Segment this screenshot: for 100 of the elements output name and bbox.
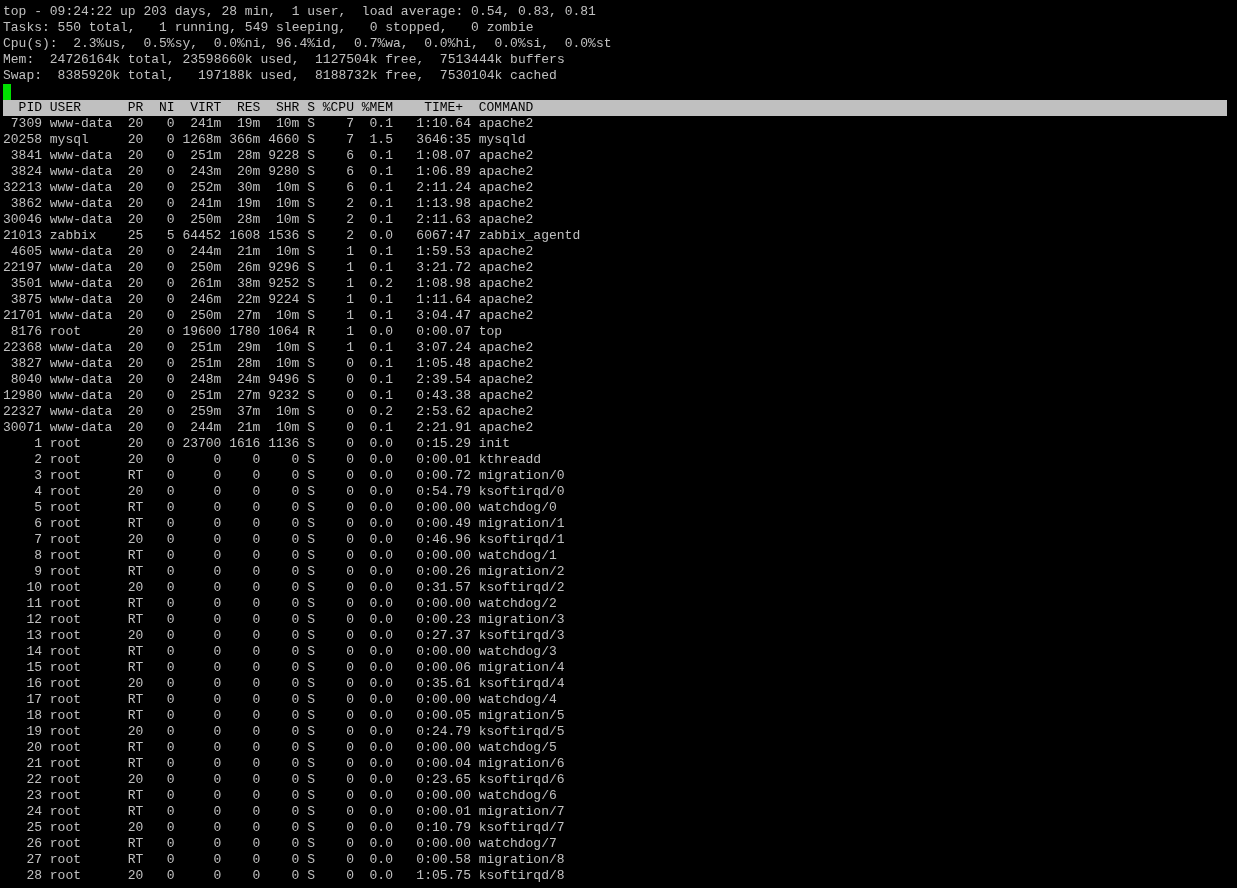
table-cell-text: 20 bbox=[126, 212, 144, 228]
table-cell-text: 0 bbox=[165, 324, 175, 340]
table-cell-text: 0.0 bbox=[368, 516, 393, 532]
table-cell: S bbox=[307, 564, 315, 580]
table-cell-text: 0 bbox=[345, 644, 354, 660]
table-cell: S bbox=[307, 868, 315, 884]
table-cell: migration/1 bbox=[478, 516, 565, 532]
table-cell-text: 0 bbox=[165, 388, 175, 404]
table-cell-text: 0:54.79 bbox=[415, 484, 471, 500]
table-cell-text: 0:00.04 bbox=[415, 756, 471, 772]
table-cell-text: 2:11.63 bbox=[415, 212, 471, 228]
table-cell-text: 0.0 bbox=[368, 436, 393, 452]
table-cell-text: 6 bbox=[345, 180, 354, 196]
table-cell-text: 0 bbox=[165, 196, 175, 212]
table-cell: watchdog/5 bbox=[478, 740, 557, 756]
table-cell: S bbox=[307, 180, 315, 196]
table-cell-text: 0 bbox=[345, 548, 354, 564]
table-cell-text: 2 bbox=[345, 212, 354, 228]
table-cell-text: 0 bbox=[212, 484, 222, 500]
table-cell: watchdog/2 bbox=[478, 596, 557, 612]
table-cell-text: 0 bbox=[345, 772, 354, 788]
table-cell-text: 27m bbox=[235, 308, 261, 324]
table-cell-text: 0 bbox=[165, 836, 175, 852]
table-cell-text: 259m bbox=[189, 404, 222, 420]
table-cell: S bbox=[307, 244, 315, 260]
table-cell-text: root bbox=[49, 468, 82, 484]
table-cell-text: 3646:35 bbox=[415, 132, 471, 148]
table-cell-text: 10m bbox=[274, 116, 300, 132]
table-cell-text: 6067:47 bbox=[415, 228, 471, 244]
table-cell-text: 0 bbox=[165, 804, 175, 820]
table-cell-text: 20 bbox=[126, 244, 144, 260]
table-cell-text: 0.0 bbox=[368, 500, 393, 516]
table-cell-text: 252m bbox=[189, 180, 222, 196]
table-cell-text: 0.0 bbox=[368, 724, 393, 740]
table-cell-text: 0 bbox=[212, 500, 222, 516]
table-cell-text: 0 bbox=[290, 516, 300, 532]
table-cell-text: 20 bbox=[126, 452, 144, 468]
table-cell-text: RT bbox=[126, 788, 144, 804]
table-cell-text: 0.1 bbox=[368, 148, 393, 164]
table-cell-text: 3827 bbox=[9, 356, 42, 372]
table-cell-text: 0 bbox=[251, 724, 261, 740]
table-cell: 19600 bbox=[182, 324, 222, 340]
table-cell-text: 8176 bbox=[9, 324, 42, 340]
table-cell-text: 0 bbox=[165, 772, 175, 788]
table-cell: apache2 bbox=[478, 116, 534, 132]
table-cell-text: 28m bbox=[235, 148, 261, 164]
table-cell-text: 0 bbox=[165, 340, 175, 356]
table-cell-text: 0 bbox=[212, 644, 222, 660]
table-cell-text: 0 bbox=[212, 532, 222, 548]
table-cell: www-data bbox=[49, 404, 113, 420]
table-cell: S bbox=[307, 724, 315, 740]
column-header: TIME+ bbox=[423, 100, 465, 116]
table-cell-text: 10m bbox=[274, 356, 300, 372]
table-cell-text: 0:35.61 bbox=[415, 676, 471, 692]
table-cell: ksoftirqd/2 bbox=[478, 580, 565, 596]
table-cell-text: 3501 bbox=[9, 276, 42, 292]
table-cell-text: 0 bbox=[212, 516, 222, 532]
table-cell: www-data bbox=[49, 388, 113, 404]
table-cell-text: 0 bbox=[251, 820, 261, 836]
table-cell-text: 0:00.07 bbox=[415, 324, 471, 340]
table-cell-text: 0 bbox=[251, 596, 261, 612]
table-cell: S bbox=[307, 500, 315, 516]
table-cell-text: 0 bbox=[345, 628, 354, 644]
table-cell-text: 20 bbox=[126, 276, 144, 292]
table-cell-text: root bbox=[49, 740, 82, 756]
table-cell: www-data bbox=[49, 260, 113, 276]
table-cell: ksoftirqd/8 bbox=[478, 868, 565, 884]
table-cell-text: 20 bbox=[126, 340, 144, 356]
table-cell-text: 0.0 bbox=[368, 836, 393, 852]
table-cell-text: RT bbox=[126, 708, 144, 724]
table-cell: watchdog/4 bbox=[478, 692, 557, 708]
table-cell: S bbox=[307, 772, 315, 788]
table-cell-text: 0 bbox=[165, 740, 175, 756]
table-cell-text: 0:10.79 bbox=[415, 820, 471, 836]
table-cell: ksoftirqd/0 bbox=[478, 484, 565, 500]
table-cell: 9280 bbox=[268, 164, 300, 180]
table-cell-text: 22 bbox=[25, 772, 42, 788]
table-cell-text: 7309 bbox=[9, 116, 42, 132]
table-cell: ksoftirqd/4 bbox=[478, 676, 565, 692]
table-cell-text: 0 bbox=[345, 356, 354, 372]
table-cell-text: 3824 bbox=[9, 164, 42, 180]
table-cell: zabbix_agentd bbox=[478, 228, 581, 244]
column-header: USER bbox=[49, 100, 82, 116]
table-cell-text: 0 bbox=[165, 452, 175, 468]
table-cell-text: 0:00.01 bbox=[415, 452, 471, 468]
table-cell-text: 0 bbox=[212, 788, 222, 804]
table-cell-text: 3:04.47 bbox=[415, 308, 471, 324]
table-cell-text: RT bbox=[126, 756, 144, 772]
table-cell-text: 0 bbox=[251, 532, 261, 548]
table-cell: 1268m bbox=[182, 132, 222, 148]
table-cell-text: 0:00.05 bbox=[415, 708, 471, 724]
table-cell-text: root bbox=[49, 644, 82, 660]
table-cell-text: 0.0 bbox=[368, 612, 393, 628]
table-cell: S bbox=[307, 260, 315, 276]
table-cell-text: 0 bbox=[251, 500, 261, 516]
table-cell-text: 0 bbox=[212, 628, 222, 644]
table-cell: ksoftirqd/3 bbox=[478, 628, 565, 644]
table-cell-text: 0 bbox=[165, 308, 175, 324]
table-cell-text: 20 bbox=[126, 148, 144, 164]
table-cell-text: 0.0 bbox=[368, 708, 393, 724]
